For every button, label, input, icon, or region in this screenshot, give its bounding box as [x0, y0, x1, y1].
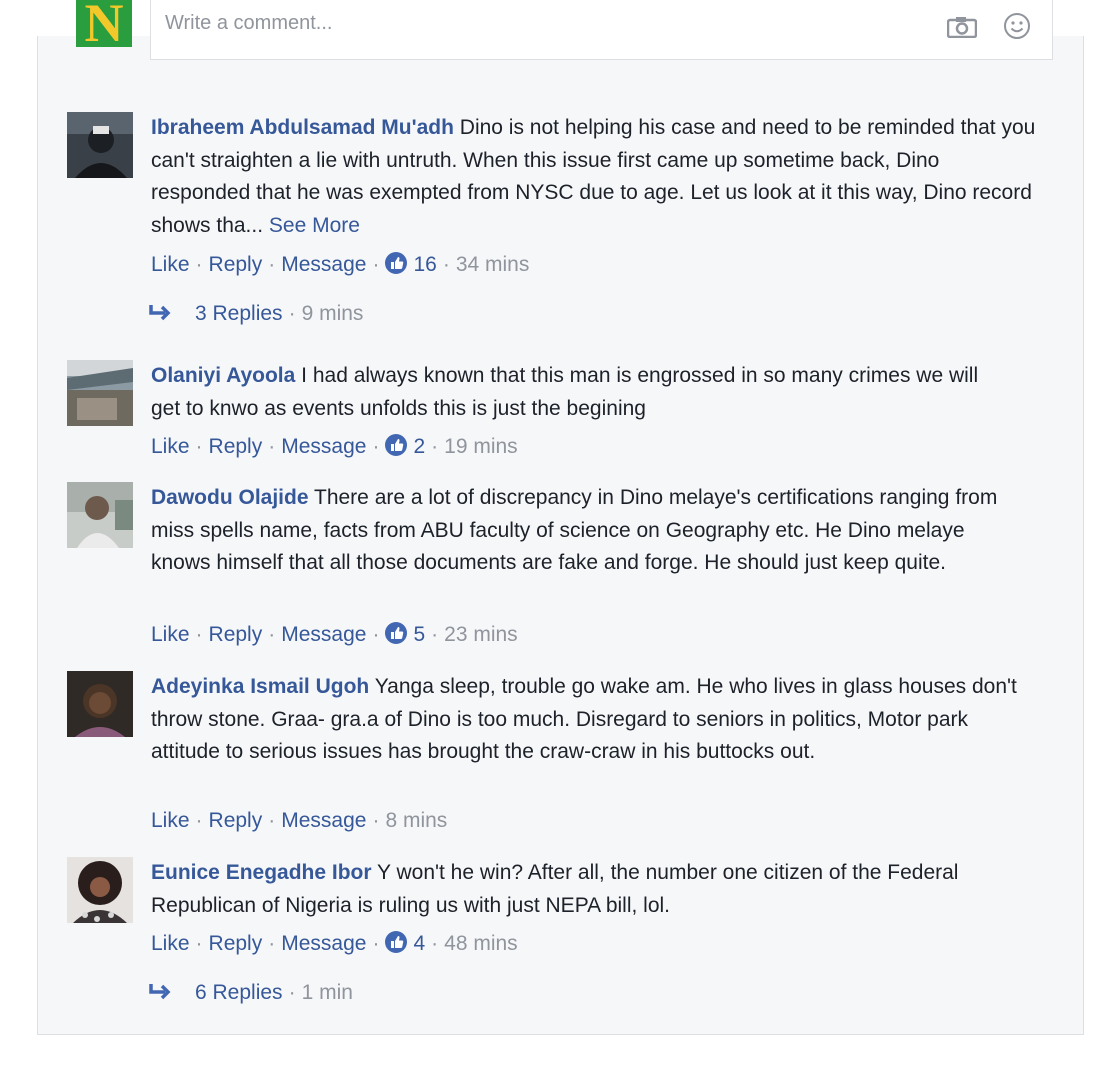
comment-placeholder: Write a comment... — [165, 12, 333, 34]
message-link[interactable]: Message — [281, 253, 366, 276]
avatar[interactable] — [67, 671, 133, 737]
like-icon — [385, 434, 408, 456]
replies-count[interactable]: 6 Replies — [195, 981, 283, 1004]
comment-actions: Like · Reply · Message · 4 · 48 mins — [151, 931, 518, 955]
message-link[interactable]: Message — [281, 932, 366, 955]
reply-arrow-icon — [149, 305, 171, 321]
replies-link[interactable]: 6 Replies · 1 min — [147, 981, 353, 1005]
replies-link[interactable]: 3 Replies · 9 mins — [147, 302, 363, 326]
comment-author[interactable]: Dawodu Olajide — [151, 486, 309, 509]
comment-author[interactable]: Eunice Enegadhe Ibor — [151, 861, 372, 884]
comment-actions: Like · Reply · Message · 16 · 34 mins — [151, 252, 530, 276]
like-icon — [385, 931, 408, 953]
comment-actions: Like · Reply · Message · 8 mins — [151, 809, 448, 832]
avatar[interactable] — [67, 360, 133, 426]
like-icon — [385, 622, 408, 644]
replies-time: 9 mins — [301, 302, 364, 325]
see-more-link[interactable]: See More — [269, 214, 360, 237]
reply-link[interactable]: Reply — [209, 809, 263, 832]
timestamp[interactable]: 23 mins — [444, 623, 518, 646]
comment-body: Eunice Enegadhe Ibor Y won't he win? Aft… — [151, 857, 1031, 922]
comment-actions: Like · Reply · Message · 5 · 23 mins — [151, 622, 518, 646]
comment-body: Adeyinka Ismail Ugoh Yanga sleep, troubl… — [151, 671, 1031, 769]
comment-body: Olaniyi Ayoola I had always known that t… — [151, 360, 1011, 425]
camera-icon[interactable] — [947, 16, 977, 38]
comment-body: Dawodu Olajide There are a lot of discre… — [151, 482, 1021, 580]
like-count[interactable]: 2 — [413, 435, 425, 458]
message-link[interactable]: Message — [281, 623, 366, 646]
like-link[interactable]: Like — [151, 932, 190, 955]
comment-author[interactable]: Adeyinka Ismail Ugoh — [151, 675, 369, 698]
timestamp[interactable]: 48 mins — [444, 932, 518, 955]
like-count[interactable]: 4 — [413, 932, 425, 955]
replies-count[interactable]: 3 Replies — [195, 302, 283, 325]
reply-link[interactable]: Reply — [209, 435, 263, 458]
reply-link[interactable]: Reply — [209, 932, 263, 955]
comment-body: Ibraheem Abdulsamad Mu'adh Dino is not h… — [151, 112, 1041, 242]
replies-time: 1 min — [301, 981, 353, 1004]
avatar[interactable] — [67, 857, 133, 923]
reply-link[interactable]: Reply — [209, 623, 263, 646]
comment-input[interactable]: Write a comment... — [150, 0, 1053, 60]
page-avatar[interactable]: N — [76, 0, 132, 47]
smiley-icon[interactable] — [1003, 12, 1031, 40]
like-link[interactable]: Like — [151, 809, 190, 832]
like-link[interactable]: Like — [151, 253, 190, 276]
reply-arrow-icon — [149, 984, 171, 1000]
like-count[interactable]: 5 — [413, 623, 425, 646]
timestamp[interactable]: 19 mins — [444, 435, 518, 458]
comment-author[interactable]: Ibraheem Abdulsamad Mu'adh — [151, 116, 454, 139]
like-count[interactable]: 16 — [413, 253, 436, 276]
timestamp[interactable]: 34 mins — [456, 253, 530, 276]
avatar[interactable] — [67, 482, 133, 548]
message-link[interactable]: Message — [281, 435, 366, 458]
page-logo: N — [76, 0, 132, 47]
like-link[interactable]: Like — [151, 435, 190, 458]
comment-actions: Like · Reply · Message · 2 · 19 mins — [151, 434, 518, 458]
reply-link[interactable]: Reply — [209, 253, 263, 276]
message-link[interactable]: Message — [281, 809, 366, 832]
avatar[interactable] — [67, 112, 133, 178]
like-link[interactable]: Like — [151, 623, 190, 646]
like-icon — [385, 252, 408, 274]
timestamp[interactable]: 8 mins — [385, 809, 447, 832]
comment-author[interactable]: Olaniyi Ayoola — [151, 364, 295, 387]
comment-composer: N Write a comment... — [37, 0, 1053, 95]
